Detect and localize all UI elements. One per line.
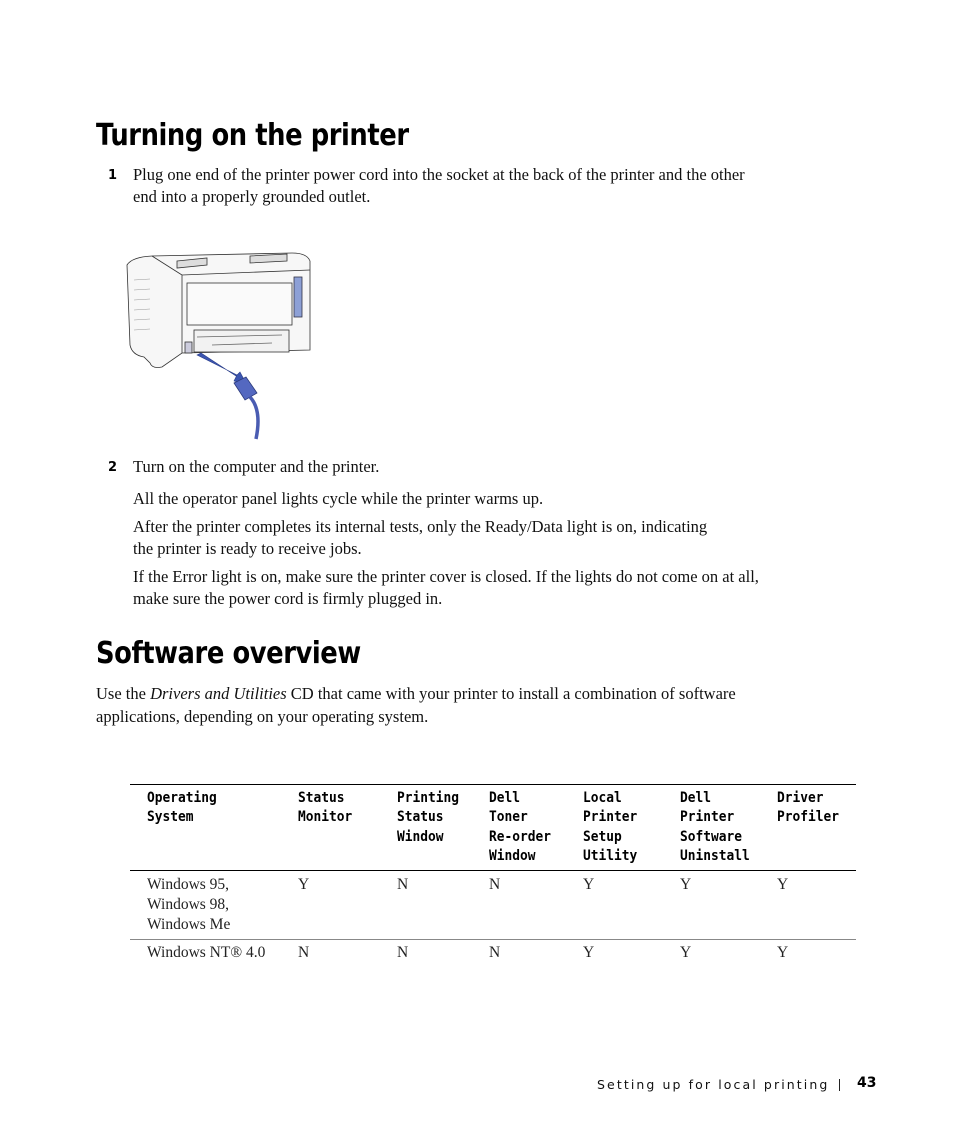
table-header-cell: Printing Status Window (397, 790, 460, 845)
step-number: 1 (108, 168, 118, 183)
footer-separator (839, 1079, 840, 1091)
printer-icon (126, 252, 311, 368)
page-number: 43 (857, 1075, 877, 1091)
table-header-cell: Driver Profiler (777, 790, 840, 826)
step-text: Plug one end of the printer power cord i… (133, 165, 745, 206)
step-number: 2 (108, 460, 118, 475)
intro-text: Use the (96, 684, 151, 703)
footer-chapter-title: Setting up for local printing (597, 1077, 830, 1092)
table-cell: N (489, 876, 501, 893)
table-rule (130, 939, 856, 940)
table-cell: Y (777, 876, 789, 893)
step-text: Turn on the computer and the printer. (133, 457, 380, 476)
table-header-cell: Dell Printer Software Uninstall (680, 790, 750, 864)
table-cell: N (489, 944, 501, 961)
table-header-cell: Dell Toner Re-order Window (489, 790, 552, 864)
table-cell: N (298, 944, 310, 961)
table-cell: Y (298, 876, 310, 893)
step-note: All the operator panel lights cycle whil… (133, 489, 544, 508)
table-rule (130, 784, 856, 785)
cd-title: Drivers and Utilities (150, 684, 287, 703)
table-header-cell: Operating System (147, 790, 217, 826)
table-cell: Windows NT® 4.0 (147, 944, 266, 961)
step-note: If the Error light is on, make sure the … (133, 567, 759, 608)
heading-software-overview: Software overview (96, 636, 361, 671)
table-header-cell: Status Monitor (298, 790, 353, 826)
table-cell: N (397, 944, 409, 961)
heading-turning-on-printer: Turning on the printer (96, 118, 409, 153)
table-header-cell: Local Printer Setup Utility (583, 790, 638, 864)
table-rule (130, 870, 856, 871)
table-cell: Y (583, 944, 595, 961)
table-cell: N (397, 876, 409, 893)
software-intro-paragraph: Use the Drivers and Utilities CD that ca… (96, 682, 776, 728)
printer-power-cord-illustration (126, 252, 311, 440)
table-cell: Y (680, 876, 692, 893)
power-cord-icon (233, 376, 260, 440)
table-cell: Y (583, 876, 595, 893)
step-note: After the printer completes its internal… (133, 517, 708, 558)
table-cell: Y (777, 944, 789, 961)
table-cell: Y (680, 944, 692, 961)
table-cell: Windows 95, Windows 98, Windows Me (147, 876, 231, 933)
